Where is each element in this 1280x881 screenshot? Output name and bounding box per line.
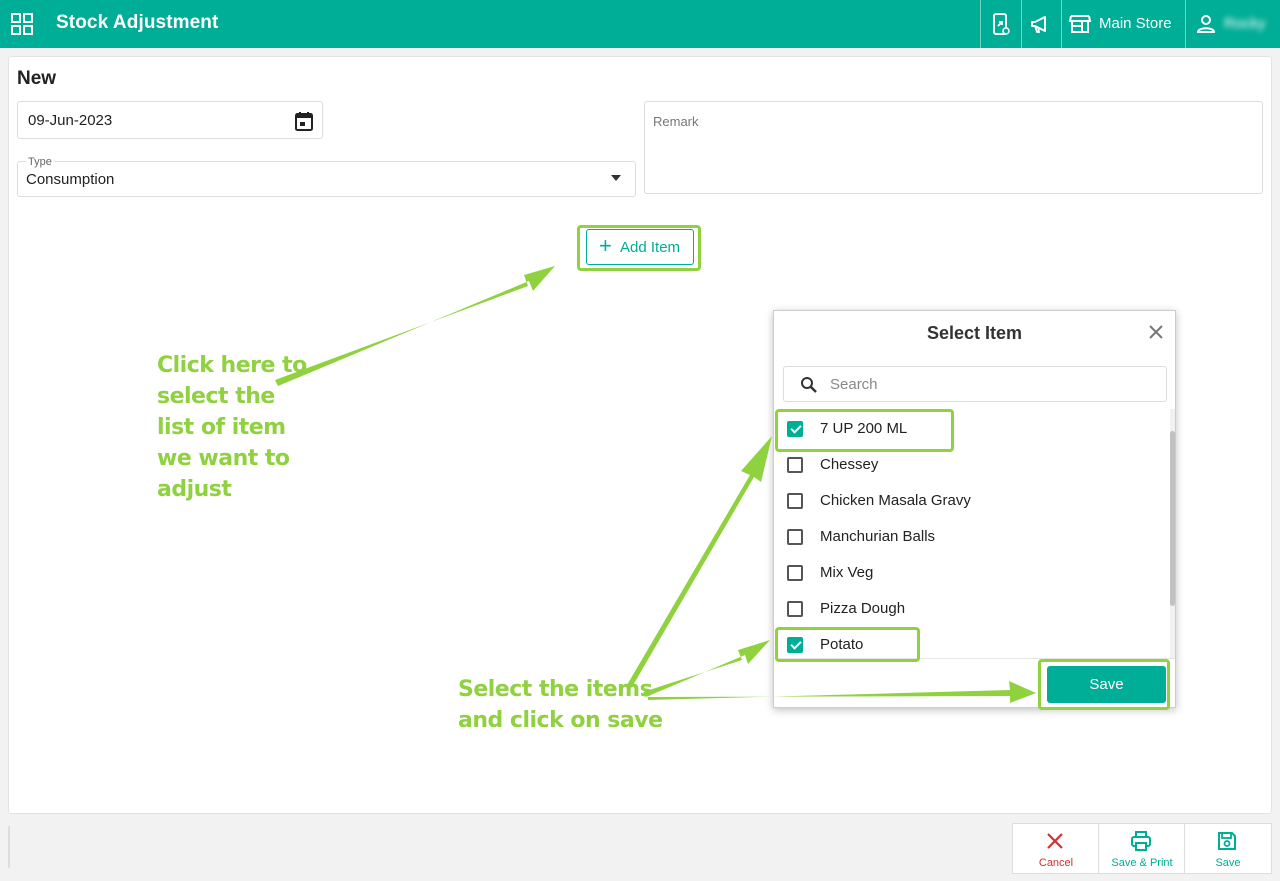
add-item-note: Click here to select the list of item we…	[157, 350, 307, 505]
printer-icon	[1131, 831, 1151, 851]
item-highlight	[775, 627, 920, 662]
divider	[980, 0, 981, 48]
note-line: Click here to	[157, 353, 307, 378]
scrollbar-thumb[interactable]	[1170, 431, 1175, 606]
calendar-icon[interactable]	[293, 110, 315, 132]
item-label: Manchurian Balls	[820, 528, 936, 545]
top-bar: Stock Adjustment Main Store Rocky	[0, 0, 1280, 48]
note-line: Select the items	[458, 677, 653, 702]
date-field[interactable]: 09-Jun-2023	[17, 101, 323, 139]
apps-grid-icon[interactable]	[11, 13, 33, 35]
caret-down-icon	[611, 175, 621, 181]
item-label: Chessey	[820, 456, 879, 473]
type-select[interactable]: Type Consumption	[17, 156, 636, 197]
item-highlight	[775, 409, 954, 452]
search-icon	[801, 377, 817, 393]
floppy-disk-icon	[1218, 832, 1236, 850]
announcement-icon[interactable]	[1029, 12, 1053, 36]
close-icon[interactable]	[1147, 323, 1165, 341]
search-box	[783, 366, 1167, 402]
action-group: Cancel Save & Print Save	[1012, 823, 1272, 874]
save-button[interactable]: Save	[1185, 824, 1271, 873]
user-icon[interactable]	[1194, 12, 1218, 36]
item-label: Mix Veg	[820, 564, 874, 581]
cancel-label: Cancel	[1038, 857, 1074, 869]
note-line: adjust	[157, 477, 232, 502]
dialog-title: Select Item	[926, 323, 1023, 343]
item-label: Pizza Dough	[820, 600, 906, 617]
mobile-order-icon[interactable]	[989, 12, 1013, 36]
close-icon	[1047, 833, 1063, 849]
item-checkbox[interactable]	[787, 529, 803, 545]
page-title: Stock Adjustment	[56, 12, 219, 33]
list-item[interactable]: Mix Veg	[774, 555, 1170, 591]
list-item[interactable]: Pizza Dough	[774, 591, 1170, 627]
form-heading: New	[17, 68, 57, 89]
note-line: select the	[157, 384, 275, 409]
item-label: Chicken Masala Gravy	[820, 492, 971, 509]
bottom-bar: Cancel Save & Print Save	[8, 822, 1272, 874]
user-name[interactable]: Rocky	[1224, 15, 1266, 32]
remark-placeholder: Remark	[653, 114, 699, 129]
save-highlight	[1038, 659, 1170, 710]
item-checkbox[interactable]	[787, 601, 803, 617]
list-item[interactable]: Chicken Masala Gravy	[774, 483, 1170, 519]
item-checkbox[interactable]	[787, 565, 803, 581]
store-selector[interactable]: Main Store	[1099, 15, 1172, 32]
divider	[1185, 0, 1186, 48]
type-value: Consumption	[26, 171, 115, 188]
date-value: 09-Jun-2023	[28, 112, 113, 129]
type-label: Type	[26, 156, 54, 168]
divider	[1061, 0, 1062, 48]
note-line: list of item	[157, 415, 286, 440]
list-item[interactable]: Chessey	[774, 447, 1170, 483]
search-input[interactable]	[830, 374, 1150, 394]
cancel-button[interactable]: Cancel	[1013, 824, 1099, 873]
note-line: and click on save	[458, 708, 663, 733]
list-scrollbar[interactable]	[1170, 409, 1175, 659]
item-checkbox[interactable]	[787, 493, 803, 509]
store-icon[interactable]	[1068, 12, 1092, 36]
save-print-label: Save & Print	[1111, 857, 1173, 869]
save-label: Save	[1215, 857, 1241, 869]
item-checkbox[interactable]	[787, 457, 803, 473]
list-item[interactable]: Manchurian Balls	[774, 519, 1170, 555]
note-line: we want to	[157, 446, 290, 471]
add-item-highlight	[577, 225, 701, 271]
remark-field[interactable]: Remark	[644, 101, 1263, 194]
save-print-button[interactable]: Save & Print	[1099, 824, 1185, 873]
divider	[8, 826, 10, 868]
divider	[1021, 0, 1022, 48]
save-note: Select the items and click on save	[458, 674, 663, 736]
